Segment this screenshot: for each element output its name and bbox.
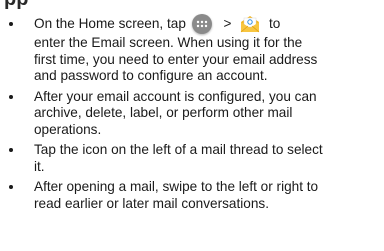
section-heading: pp [4, 0, 28, 11]
list-item-line: After opening a mail, swipe to the left … [34, 179, 319, 194]
arrow-separator: > [223, 16, 232, 31]
bullet-dot [9, 185, 13, 189]
bullet-dot [9, 22, 13, 26]
email-icon [239, 14, 261, 34]
apps-icon [191, 14, 212, 35]
list-item-line: Tap the icon on the left of a mail threa… [34, 142, 323, 157]
list-item-line: archive, delete, label, or perform other… [34, 105, 293, 120]
list-item-line: enter the Email screen. When using it fo… [34, 35, 303, 50]
list-item-line: After your email account is configured, … [34, 88, 317, 104]
list-item-line: On the Home screen, tap > to [34, 13, 384, 35]
list-item-line: and password to configure an account. [34, 68, 268, 83]
list-item: Tap the icon on the left of a mail threa… [0, 142, 384, 175]
list-item-line: operations. [34, 121, 102, 137]
bullet-dot [9, 148, 13, 152]
list-item-line: it. [34, 158, 45, 174]
list-item-line: first time, you need to enter your email… [34, 51, 318, 67]
tap-instruction-text: On the Home screen, tap [34, 16, 186, 31]
to-text: to [268, 16, 281, 31]
list-item: After opening a mail, swipe to the left … [0, 179, 384, 212]
list-item: After your email account is configured, … [0, 89, 384, 139]
list-item: On the Home screen, tap > to enter the E… [0, 13, 384, 85]
bullet-dot [9, 94, 13, 99]
instruction-list: On the Home screen, tap > to enter the E… [0, 13, 384, 216]
list-item-line: read earlier or later mail conversations… [34, 195, 269, 211]
